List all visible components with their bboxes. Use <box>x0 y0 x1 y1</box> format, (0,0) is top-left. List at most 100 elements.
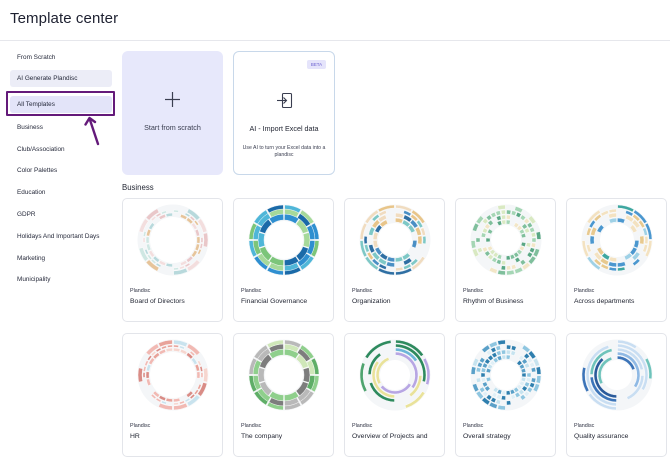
wheel-segment <box>639 235 645 245</box>
wheel-center <box>602 360 632 390</box>
plandisc-wheel-icon <box>359 204 431 276</box>
wheel-segment <box>501 354 506 360</box>
template-card[interactable]: Plandisc Rhythm of Business <box>455 198 556 322</box>
wheel-segment <box>506 390 511 396</box>
template-kind: Plandisc <box>352 423 373 429</box>
template-card[interactable]: Plandisc HR <box>122 333 223 457</box>
wheel-segment <box>137 367 143 383</box>
template-card[interactable]: Plandisc Organization <box>344 198 445 322</box>
wheel-segment <box>644 235 649 245</box>
wheel-center <box>378 223 412 257</box>
annotation-arrow-icon <box>84 116 100 146</box>
template-name: Overview of Projects and <box>352 433 428 440</box>
wheel-center <box>150 217 196 263</box>
wheel-segment <box>167 344 173 348</box>
sidebar-item-marketing[interactable]: Marketing <box>10 250 112 267</box>
sidebar-item-gdpr[interactable]: GDPR <box>10 206 112 223</box>
wheel-segment <box>497 404 506 411</box>
wheel-segment <box>196 236 201 244</box>
template-card[interactable]: Plandisc Across departments <box>566 198 667 322</box>
plandisc-wheel-icon <box>470 339 542 411</box>
wheel-segment <box>470 366 477 375</box>
plus-icon <box>165 92 180 107</box>
beta-badge: BETA <box>307 60 326 69</box>
template-kind: Plandisc <box>574 423 595 429</box>
wheel-center <box>265 356 303 394</box>
wheel-segment <box>506 344 512 350</box>
wheel-segment <box>302 232 311 248</box>
import-icon <box>277 92 293 109</box>
header: Template center <box>0 0 670 41</box>
plandisc-wheel-icon <box>581 339 653 411</box>
plandisc-wheel-icon <box>137 339 209 411</box>
sidebar-item-holidays[interactable]: Holidays And Important Days <box>10 228 112 245</box>
wheel-segment <box>422 235 427 245</box>
wheel-segment <box>530 242 537 248</box>
plandisc-wheel-icon <box>470 204 542 276</box>
template-name: Board of Directors <box>130 298 185 305</box>
wheel-segment <box>470 240 477 249</box>
wheel-segment <box>302 367 311 383</box>
plandisc-wheel-icon <box>359 339 431 411</box>
template-content: Start from scratch BETA AI - Import Exce… <box>118 41 670 470</box>
wheel-center <box>265 221 303 259</box>
template-card[interactable]: Plandisc Overall strategy <box>455 333 556 457</box>
wheel-segment <box>203 367 209 383</box>
template-name: Quality assurance <box>574 433 629 440</box>
wheel-segment <box>142 372 146 378</box>
wheel-segment <box>196 371 201 379</box>
template-card[interactable]: Plandisc The company <box>233 333 334 457</box>
wheel-segment <box>521 372 527 378</box>
wheel-center <box>491 225 521 255</box>
wheel-segment <box>497 204 506 211</box>
import-excel-card[interactable]: BETA AI - Import Excel data Use AI to tu… <box>233 51 335 175</box>
wheel-segment <box>530 377 537 383</box>
template-kind: Plandisc <box>130 423 151 429</box>
template-kind: Plandisc <box>130 288 151 294</box>
wheel-segment <box>530 232 537 238</box>
template-name: Overall strategy <box>463 433 511 440</box>
wheel-segment <box>506 209 512 215</box>
sidebar-item-municipality[interactable]: Municipality <box>10 271 112 288</box>
wheel-segment <box>200 372 204 378</box>
wheel-segment <box>501 219 506 225</box>
highlight-annotation-box <box>6 91 115 116</box>
wheel-center <box>491 360 521 390</box>
template-kind: Plandisc <box>463 288 484 294</box>
start-from-scratch-card[interactable]: Start from scratch <box>122 51 223 175</box>
wheel-segment <box>506 354 511 360</box>
wheel-segment <box>501 395 506 401</box>
wheel-segment <box>506 214 511 220</box>
sidebar-item-from-scratch[interactable]: From Scratch <box>10 49 112 66</box>
template-kind: Plandisc <box>241 288 262 294</box>
template-card[interactable]: Plandisc Financial Governance <box>233 198 334 322</box>
wheel-segment <box>535 231 542 240</box>
wheel-center <box>150 352 196 398</box>
wheel-segment <box>531 237 537 243</box>
wheel-segment <box>173 209 179 213</box>
wheel-segment <box>501 390 506 396</box>
plandisc-wheel-icon <box>248 204 320 276</box>
template-card[interactable]: Plandisc Overview of Projects and <box>344 333 445 457</box>
wheel-segment <box>203 232 209 248</box>
template-kind: Plandisc <box>574 288 595 294</box>
template-card[interactable]: Plandisc Quality assurance <box>566 333 667 457</box>
sidebar-item-color-palettes[interactable]: Color Palettes <box>10 162 112 179</box>
wheel-segment <box>497 339 506 346</box>
wheel-segment <box>173 344 179 348</box>
template-card[interactable]: Plandisc Board of Directors <box>122 198 223 322</box>
wheel-segment <box>506 265 512 271</box>
start-from-scratch-label: Start from scratch <box>144 123 201 132</box>
wheel-segment <box>475 377 482 383</box>
wheel-center <box>380 360 410 390</box>
template-name: HR <box>130 433 140 440</box>
wheel-segment <box>530 367 537 373</box>
sidebar-item-ai-generate[interactable]: AI Generate Plandisc <box>10 70 112 87</box>
wheel-segment <box>145 236 150 244</box>
wheel-segment <box>589 235 595 245</box>
sidebar-item-education[interactable]: Education <box>10 184 112 201</box>
wheel-segment <box>506 400 512 406</box>
wheel-segment <box>142 237 146 243</box>
template-kind: Plandisc <box>463 423 484 429</box>
template-name: Financial Governance <box>241 298 308 305</box>
